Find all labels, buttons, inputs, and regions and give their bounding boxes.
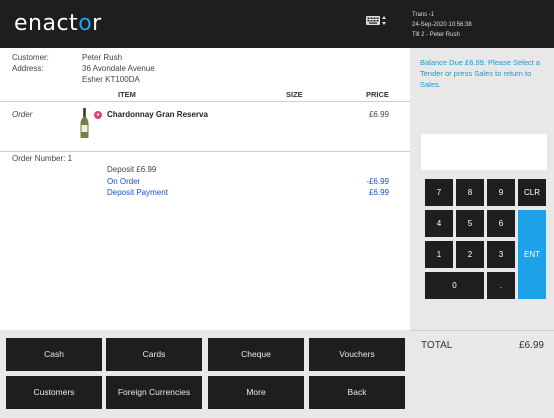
tender-button-bar: Cash Cards Cheque Vouchers Customers For… [0, 330, 410, 418]
right-panel: Balance Due £6.99. Please Select a Tende… [410, 48, 554, 418]
cheque-button[interactable]: Cheque [208, 338, 304, 371]
vouchers-button[interactable]: Vouchers [309, 338, 405, 371]
app-header: enactor Trans -1 24-Sep-2020 10:56:38 Ti… [0, 0, 554, 48]
on-order-amount: -£6.99 [366, 177, 389, 186]
column-header-item: ITEM [118, 90, 136, 99]
keyboard-icon[interactable] [366, 14, 388, 28]
address-line-1: 36 Avondale Avenue [82, 64, 155, 73]
key-7[interactable]: 7 [425, 179, 453, 206]
balance-message: Balance Due £6.99. Please Select a Tende… [420, 58, 541, 89]
total-label: TOTAL [421, 340, 453, 351]
address-label: Address: [12, 64, 44, 73]
back-button[interactable]: Back [309, 376, 405, 409]
key-0[interactable]: 0 [425, 272, 484, 299]
key-1[interactable]: 1 [425, 241, 453, 268]
trans-datetime: 24-Sep-2020 10:56:38 [412, 22, 472, 28]
deposit-payment-amount: £6.99 [368, 188, 389, 197]
key-3[interactable]: 3 [487, 241, 515, 268]
item-price: £6.99 [368, 110, 389, 119]
logo-text-accent: o [78, 11, 93, 36]
column-header-price: PRICE [366, 90, 389, 99]
foreign-currencies-button[interactable]: Foreign Currencies [106, 376, 202, 409]
customers-button[interactable]: Customers [6, 376, 102, 409]
logo-text-end: r [92, 11, 102, 36]
key-4[interactable]: 4 [425, 210, 453, 237]
customer-name: Peter Rush [82, 53, 123, 62]
total-value: £6.99 [518, 340, 544, 351]
key-8[interactable]: 8 [456, 179, 484, 206]
cash-button[interactable]: Cash [6, 338, 102, 371]
till-operator: Till 2 - Peter Rush [412, 32, 460, 38]
transaction-info: Trans -1 24-Sep-2020 10:56:38 Till 2 - P… [412, 10, 472, 40]
column-header-size: SIZE [286, 90, 303, 99]
item-name[interactable]: Chardonnay Gran Reserva [107, 110, 208, 119]
wine-bottle-icon [80, 108, 89, 138]
order-divider [0, 151, 410, 152]
key-6[interactable]: 6 [487, 210, 515, 237]
keypad-display[interactable] [421, 134, 547, 170]
key-enter[interactable]: ENT [518, 210, 546, 299]
address-line-2: Esher KT100DA [82, 75, 140, 84]
cards-button[interactable]: Cards [106, 338, 202, 371]
order-number: Order Number: 1 [12, 154, 73, 163]
enactor-logo: enactor [14, 11, 102, 36]
key-2[interactable]: 2 [456, 241, 484, 268]
key-clear[interactable]: CLR [518, 179, 546, 206]
key-9[interactable]: 9 [487, 179, 515, 206]
deposit-title: Deposit £6.99 [107, 165, 157, 174]
order-label: Order [12, 110, 33, 119]
key-5[interactable]: 5 [456, 210, 484, 237]
logo-text-start: enact [14, 11, 79, 36]
deposit-payment-label: Deposit Payment [107, 188, 168, 197]
header-divider [0, 101, 410, 102]
customer-label: Customer: [12, 53, 49, 62]
on-order-label: On Order [107, 177, 141, 186]
trans-number: Trans -1 [412, 12, 435, 18]
more-button[interactable]: More [208, 376, 304, 409]
total-divider [410, 330, 554, 331]
key-decimal[interactable]: . [487, 272, 515, 299]
item-status-icon: ● [94, 111, 102, 119]
